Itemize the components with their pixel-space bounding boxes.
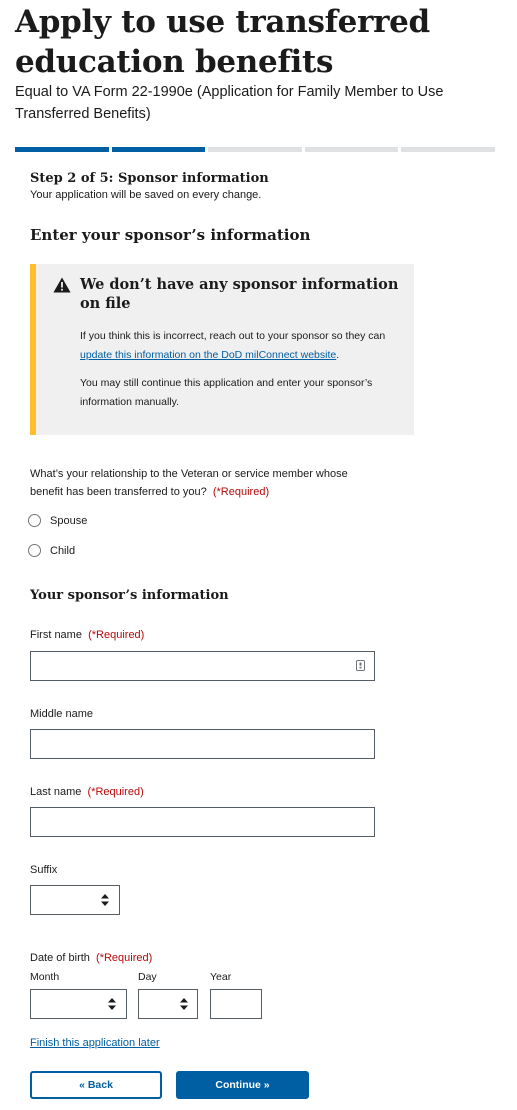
radio-child[interactable]: Child: [28, 544, 75, 557]
last-name-label: Last name (*Required): [30, 786, 144, 798]
sponsor-info-title: Your sponsor’s information: [30, 588, 229, 603]
progress-bar: [15, 147, 495, 152]
milconnect-link[interactable]: update this information on the DoD milCo…: [80, 349, 336, 361]
last-name-label-text: Last name: [30, 786, 82, 798]
alert-text-after: .: [336, 349, 340, 361]
radio-spouse-label[interactable]: Spouse: [50, 515, 87, 527]
finish-later-link[interactable]: Finish this application later: [30, 1037, 160, 1049]
section-title: Enter your sponsor’s information: [30, 226, 311, 244]
dob-month-label: Month: [30, 971, 60, 983]
first-name-label: First name (*Required): [30, 629, 144, 641]
dob-month-select[interactable]: [30, 989, 127, 1019]
progress-segment-5: [401, 147, 495, 152]
required-marker: (*Required): [212, 486, 270, 498]
first-name-required: (*Required): [88, 629, 145, 641]
first-name-label-text: First name: [30, 629, 82, 641]
autofill-icon[interactable]: [356, 660, 365, 671]
alert-paragraph-2: You may still continue this application …: [80, 377, 373, 408]
warning-icon: [53, 277, 71, 293]
select-arrows-icon: [108, 998, 116, 1010]
last-name-required: (*Required): [87, 786, 144, 798]
dob-year-input[interactable]: [210, 989, 262, 1019]
alert-text-before: If you think this is incorrect, reach ou…: [80, 330, 386, 342]
suffix-select[interactable]: [30, 885, 120, 915]
radio-spouse[interactable]: Spouse: [28, 514, 87, 527]
back-button[interactable]: « Back: [30, 1071, 162, 1099]
progress-segment-1: [15, 147, 109, 152]
middle-name-input[interactable]: [30, 729, 375, 759]
select-arrows-icon: [180, 998, 188, 1010]
step-heading: Step 2 of 5: Sponsor information: [30, 171, 269, 186]
radio-child-circle[interactable]: [28, 544, 41, 557]
dob-required: (*Required): [96, 952, 153, 964]
progress-segment-4: [304, 147, 399, 152]
relationship-question: What’s your relationship to the Veteran …: [30, 465, 370, 501]
dob-day-label: Day: [138, 971, 157, 983]
radio-child-label[interactable]: Child: [50, 545, 75, 557]
first-name-input[interactable]: [30, 651, 375, 681]
radio-spouse-circle[interactable]: [28, 514, 41, 527]
warning-alert: We don’t have any sponsor information on…: [30, 264, 414, 435]
relationship-question-text: What’s your relationship to the Veteran …: [30, 468, 348, 498]
progress-segment-3: [208, 147, 302, 152]
save-note: Your application will be saved on every …: [30, 189, 262, 201]
form-subtitle: Equal to VA Form 22-1990e (Application f…: [15, 84, 444, 122]
alert-heading: We don’t have any sponsor information on…: [80, 276, 399, 312]
suffix-label: Suffix: [30, 864, 58, 876]
dob-day-select[interactable]: [138, 989, 198, 1019]
dob-label: Date of birth (*Required): [30, 952, 152, 964]
alert-paragraph-1: If you think this is incorrect, reach ou…: [80, 327, 400, 365]
dob-year-label: Year: [210, 971, 232, 983]
last-name-input[interactable]: [30, 807, 375, 837]
page-title: Apply to use transferred education benef…: [15, 4, 430, 80]
dob-label-text: Date of birth: [30, 952, 90, 964]
continue-button[interactable]: Continue »: [176, 1071, 309, 1099]
select-arrows-icon: [101, 894, 109, 906]
progress-segment-2: [111, 147, 206, 152]
middle-name-label: Middle name: [30, 708, 93, 720]
